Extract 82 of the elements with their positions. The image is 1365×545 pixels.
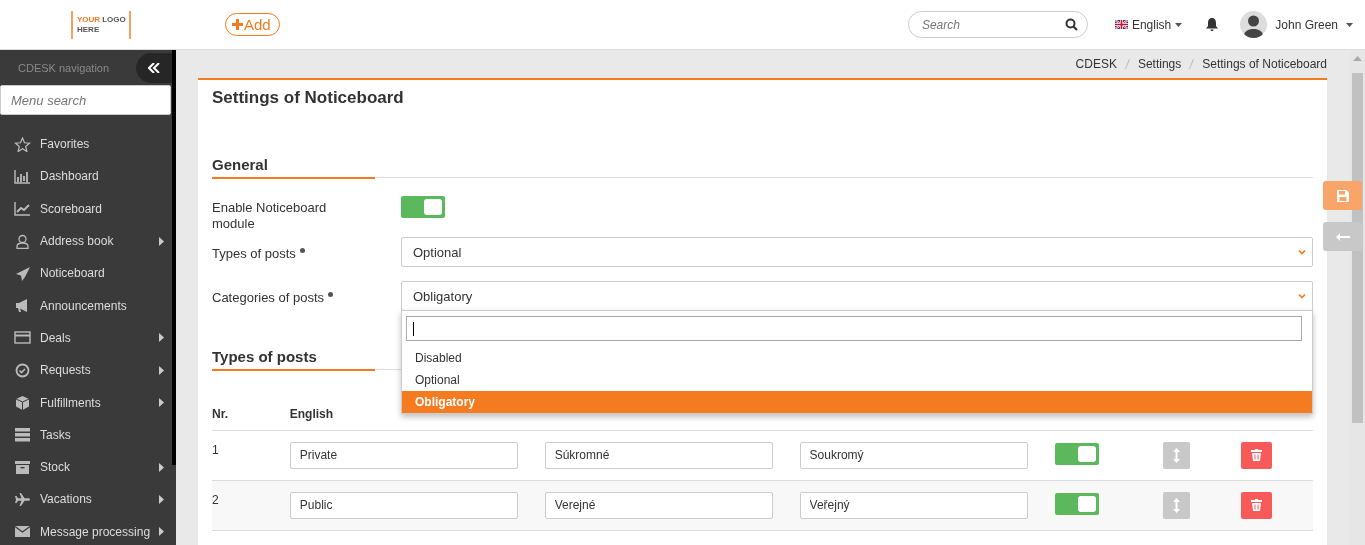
- vertical-arrows-icon: [1173, 447, 1181, 463]
- tasks-icon: [14, 427, 31, 443]
- plus-icon: [232, 19, 243, 30]
- sidebar-item[interactable]: Deals: [0, 321, 176, 355]
- sidebar-item[interactable]: Tasks: [0, 418, 176, 451]
- text-input-field[interactable]: Veřejný: [799, 491, 1028, 519]
- text-input-field[interactable]: Soukromý: [799, 441, 1028, 469]
- select-field[interactable]: Obligatory: [401, 281, 1313, 311]
- text-input-field[interactable]: Súkromné: [544, 441, 773, 469]
- scroll-up-icon: [1353, 56, 1362, 61]
- dropdown-option[interactable]: Optional: [402, 369, 1312, 391]
- back-button[interactable]: [1323, 222, 1362, 251]
- sidebar-item[interactable]: Requests: [0, 354, 176, 387]
- toggle-switch[interactable]: [1054, 442, 1099, 465]
- move-button[interactable]: [1163, 441, 1191, 469]
- table-cell: 2: [212, 492, 219, 507]
- left-arrow-icon: [1335, 232, 1350, 241]
- sidebar-item[interactable]: Message processing: [0, 515, 176, 545]
- chevron-down-icon: [1298, 249, 1306, 255]
- toggle-switch[interactable]: [401, 196, 445, 218]
- breadcrumb-link[interactable]: CDESK: [1075, 57, 1117, 71]
- breadcrumb-link[interactable]: Settings: [1137, 57, 1182, 71]
- archive-icon: [14, 459, 31, 475]
- sidebar-item[interactable]: Dashboard: [0, 160, 176, 193]
- text-input-field[interactable]: Public: [289, 491, 518, 519]
- sidebar-item[interactable]: Favorites: [0, 128, 176, 161]
- table-cell: 1: [212, 442, 219, 457]
- bell-icon[interactable]: [1206, 18, 1219, 31]
- page-title: Settings of Noticeboard: [212, 88, 405, 109]
- star-icon: [14, 136, 31, 152]
- chevron-down-icon: [1298, 293, 1306, 299]
- logo: YOUR LOGO HERE: [71, 10, 131, 39]
- airplane-icon: [14, 491, 31, 507]
- sidebar-item[interactable]: Fulfillments: [0, 386, 176, 419]
- cube-icon: [14, 395, 31, 410]
- sidebar-item[interactable]: Address book: [0, 224, 176, 258]
- select-field[interactable]: Optional: [401, 237, 1313, 267]
- collapse-button[interactable]: [136, 52, 172, 83]
- field-label: Enable Noticeboard module: [212, 199, 328, 232]
- text-input-field[interactable]: Private: [289, 441, 518, 469]
- sidebar-item[interactable]: Vacations: [0, 483, 176, 516]
- sidebar-item[interactable]: Noticeboard: [0, 257, 176, 290]
- caret-icon: [1175, 22, 1183, 27]
- field-label: Types of posts: [212, 232, 401, 262]
- menu-search-field[interactable]: Menu search: [0, 85, 171, 115]
- credit-card-icon: [14, 330, 31, 346]
- user-icon: [14, 233, 31, 249]
- field-label: Categories of posts: [212, 276, 401, 306]
- delete-button[interactable]: [1241, 441, 1273, 469]
- user-menu[interactable]: John Green: [1240, 11, 1353, 38]
- flag-icon: [1114, 20, 1128, 29]
- dropdown-option[interactable]: Disabled: [402, 347, 1312, 369]
- breadcrumb-separator-icon: [1189, 59, 1195, 69]
- save-button[interactable]: [1323, 181, 1362, 210]
- column-header: Nr.: [212, 406, 228, 421]
- language-selector[interactable]: English: [1114, 17, 1183, 32]
- toggle-switch[interactable]: [1054, 492, 1099, 515]
- sidebar-title: CDESK navigation: [18, 61, 110, 74]
- breadcrumb-link[interactable]: Settings of Noticeboard: [1202, 57, 1327, 71]
- text-input-field[interactable]: Verejné: [544, 491, 773, 519]
- check-circle-icon: [14, 362, 31, 378]
- search-field[interactable]: Search: [907, 11, 1088, 38]
- search-icon: [1064, 18, 1078, 31]
- section-heading: Types of posts: [212, 348, 375, 371]
- line-chart-icon: [14, 201, 31, 217]
- paper-plane-icon: [14, 265, 31, 281]
- breadcrumb-separator-icon: [1124, 59, 1130, 69]
- trash-icon: [1251, 499, 1263, 511]
- section-heading: General: [212, 156, 375, 179]
- column-header: English: [289, 406, 334, 421]
- double-chevron-icon: [148, 62, 160, 73]
- move-button[interactable]: [1163, 491, 1191, 519]
- sidebar-item[interactable]: Scoreboard: [0, 192, 176, 225]
- delete-button[interactable]: [1241, 491, 1273, 519]
- trash-icon: [1251, 449, 1263, 461]
- bar-chart-icon: [14, 168, 31, 184]
- sidebar-item[interactable]: Announcements: [0, 289, 176, 322]
- envelope-icon: [14, 524, 31, 540]
- sidebar-item[interactable]: Stock: [0, 450, 176, 484]
- vertical-arrows-icon: [1173, 497, 1181, 513]
- dropdown-search-field[interactable]: [406, 316, 1302, 341]
- caret-icon: [1346, 22, 1353, 27]
